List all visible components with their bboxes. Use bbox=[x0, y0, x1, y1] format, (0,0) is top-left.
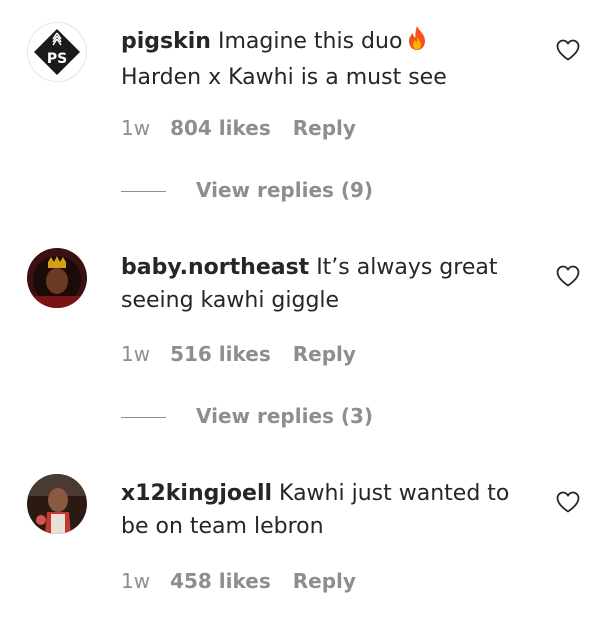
comment-time: 1w bbox=[121, 116, 151, 140]
comment-meta: 1w 458 likes Reply bbox=[121, 569, 356, 593]
view-replies-button[interactable]: View replies (3) bbox=[121, 404, 373, 428]
svg-text:PS: PS bbox=[47, 51, 67, 67]
comment-body-line1: Kawhi just wanted to bbox=[272, 481, 510, 506]
avatar[interactable] bbox=[27, 474, 87, 534]
comment-meta: 1w 516 likes Reply bbox=[121, 342, 356, 366]
user-photo-icon bbox=[27, 248, 87, 308]
view-replies-label: View replies (9) bbox=[196, 178, 374, 202]
comment-username[interactable]: pigskin bbox=[121, 29, 211, 54]
comment-likes[interactable]: 804 likes bbox=[170, 116, 271, 140]
divider bbox=[121, 417, 166, 418]
comment-body-line2: seeing kawhi giggle bbox=[121, 288, 340, 313]
view-replies-label: View replies (3) bbox=[196, 404, 374, 428]
comment-likes[interactable]: 516 likes bbox=[170, 342, 271, 366]
like-heart-icon[interactable] bbox=[556, 491, 580, 513]
user-photo-icon bbox=[27, 474, 87, 534]
comment-likes[interactable]: 458 likes bbox=[170, 569, 271, 593]
avatar[interactable]: PS bbox=[27, 22, 87, 82]
reply-button[interactable]: Reply bbox=[293, 116, 356, 140]
reply-button[interactable]: Reply bbox=[293, 342, 356, 366]
comment-time: 1w bbox=[121, 342, 151, 366]
comment-body-line1: It’s always great bbox=[309, 255, 498, 280]
fire-icon bbox=[406, 25, 428, 61]
comment-username[interactable]: x12kingjoell bbox=[121, 481, 272, 506]
comment-time: 1w bbox=[121, 569, 151, 593]
avatar[interactable] bbox=[27, 248, 87, 308]
comment-text: pigskin Imagine this duo Harden x Kawhi … bbox=[121, 25, 521, 94]
view-replies-button[interactable]: View replies (9) bbox=[121, 178, 373, 202]
reply-button[interactable]: Reply bbox=[293, 569, 356, 593]
comment-username[interactable]: baby.northeast bbox=[121, 255, 309, 280]
comment-body-line1: Imagine this duo bbox=[210, 29, 403, 54]
comment-meta: 1w 804 likes Reply bbox=[121, 116, 356, 140]
comment-text: baby.northeast It’s always great seeing … bbox=[121, 251, 521, 317]
divider bbox=[121, 191, 166, 192]
pigskin-logo-icon: PS bbox=[34, 29, 80, 75]
comment-text: x12kingjoell Kawhi just wanted to be on … bbox=[121, 477, 521, 543]
like-heart-icon[interactable] bbox=[556, 39, 580, 61]
like-heart-icon[interactable] bbox=[556, 265, 580, 287]
comment-body-line2: Harden x Kawhi is a must see bbox=[121, 65, 447, 90]
comment-body-line2: be on team lebron bbox=[121, 514, 324, 539]
